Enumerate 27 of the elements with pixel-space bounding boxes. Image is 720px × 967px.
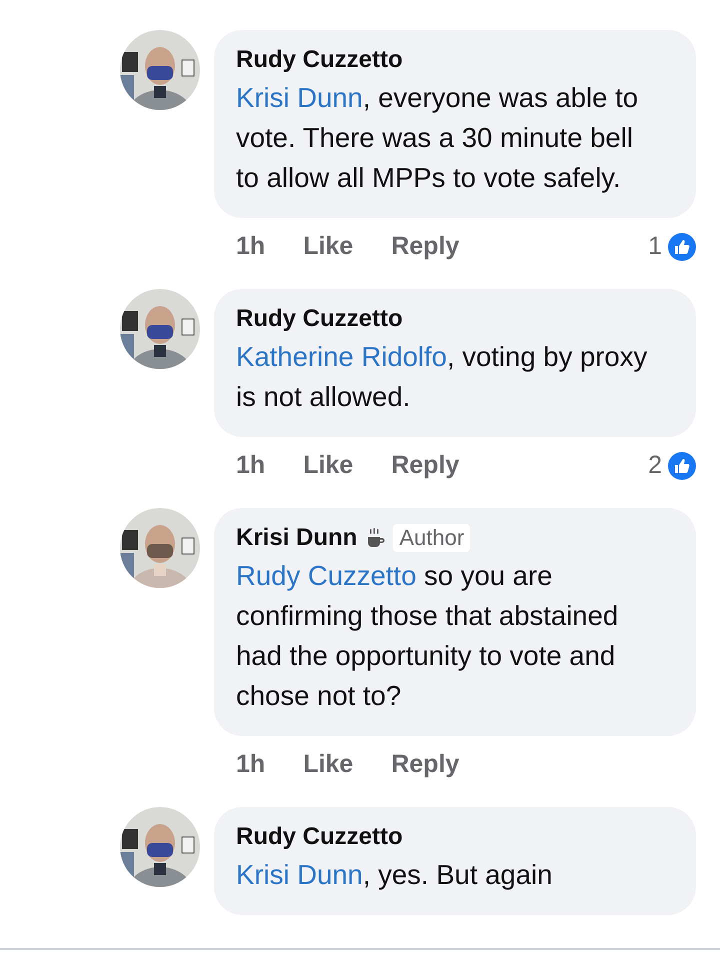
like-button[interactable]: Like xyxy=(303,451,354,480)
reply-button[interactable]: Reply xyxy=(391,750,460,779)
coffee-cup-icon xyxy=(365,527,386,549)
comment-text: Rudy Cuzzetto so you are confirming those that abstained had the opportunity to vote and chose not to? xyxy=(236,559,620,713)
timestamp: 1h xyxy=(236,232,266,261)
author-badge: Author xyxy=(393,524,470,552)
comment-text: Katherine Ridolfo, voting by proxy is not allowed. xyxy=(236,340,648,414)
author-name[interactable]: Rudy Cuzzetto xyxy=(236,823,403,851)
like-button[interactable]: Like xyxy=(303,232,354,261)
mention-link[interactable]: Krisi Dunn xyxy=(236,859,363,890)
author-name[interactable]: Rudy Cuzzetto xyxy=(236,305,403,333)
comment-text: Krisi Dunn, everyone was able to vote. There was a 30 minute bell to allow all MPPs to vote safely. xyxy=(236,81,640,195)
author-name[interactable]: Rudy Cuzzetto xyxy=(236,46,403,74)
mention-link[interactable]: Rudy Cuzzetto xyxy=(236,560,416,591)
mention-link[interactable]: Katherine Ridolfo xyxy=(236,341,447,372)
timestamp: 1h xyxy=(236,750,266,779)
thumbs-up-icon xyxy=(668,232,696,260)
mention-link[interactable]: Krisi Dunn xyxy=(236,82,363,113)
reply-button[interactable]: Reply xyxy=(391,451,460,480)
like-count: 1 xyxy=(648,232,662,261)
like-count: 2 xyxy=(648,451,662,480)
author-name[interactable]: Krisi Dunn xyxy=(236,524,358,552)
like-button[interactable]: Like xyxy=(303,750,354,779)
comment-text: Krisi Dunn, yes. But again xyxy=(236,858,554,892)
timestamp: 1h xyxy=(236,451,266,480)
reply-button[interactable]: Reply xyxy=(391,232,460,261)
thumbs-up-icon xyxy=(668,452,696,480)
